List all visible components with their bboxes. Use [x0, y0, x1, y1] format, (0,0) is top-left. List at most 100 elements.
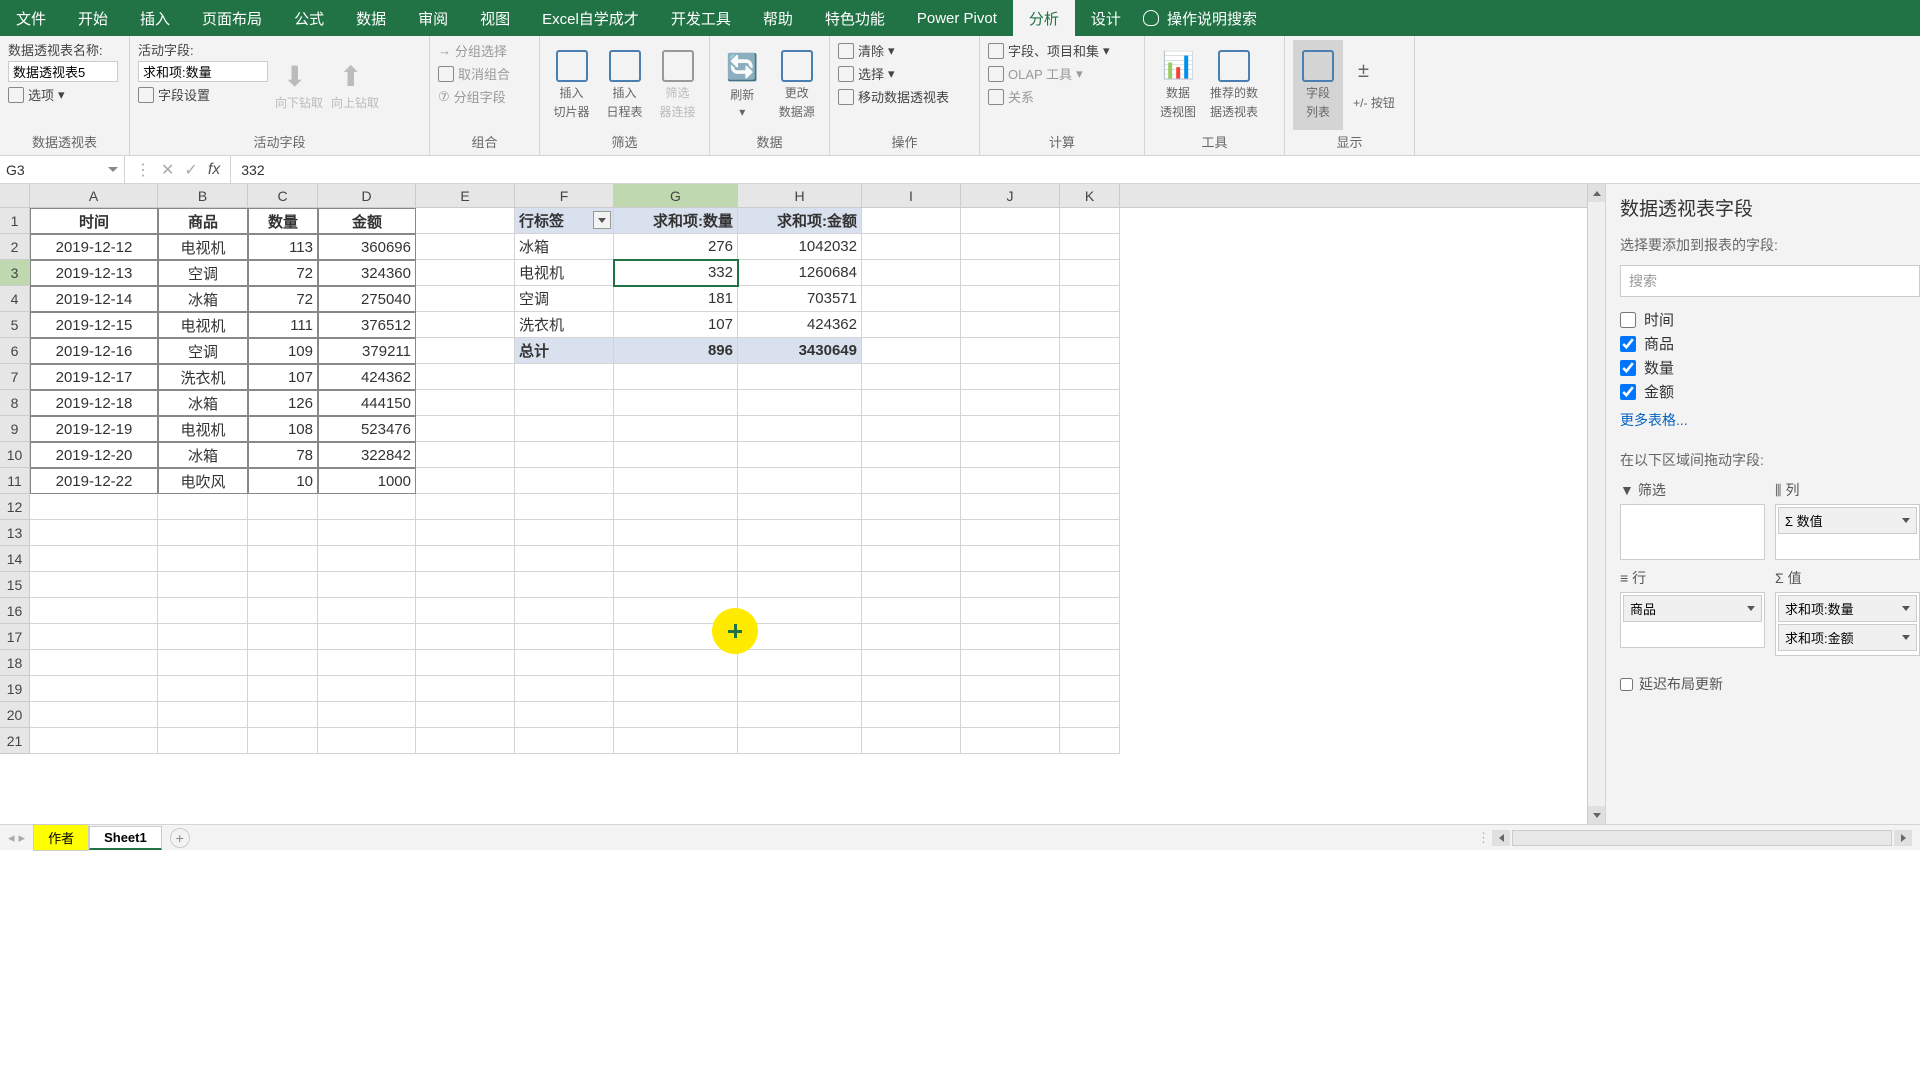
tab-design[interactable]: 设计 [1075, 0, 1137, 36]
sheet-nav-prev-icon[interactable]: ◂ [8, 830, 15, 846]
formula-input[interactable]: 332 [231, 162, 1920, 178]
cell-D15[interactable] [318, 572, 416, 598]
cell-F9[interactable] [515, 416, 614, 442]
fields-items-button[interactable]: 字段、项目和集 ▾ [988, 40, 1110, 61]
confirm-icon[interactable]: ✓ [184, 160, 197, 180]
cell-E14[interactable] [416, 546, 515, 572]
cell-D21[interactable] [318, 728, 416, 754]
row-header-10[interactable]: 10 [0, 442, 30, 468]
row-header-9[interactable]: 9 [0, 416, 30, 442]
cell-B12[interactable] [158, 494, 248, 520]
cell-D12[interactable] [318, 494, 416, 520]
cell-C2[interactable]: 113 [248, 234, 318, 260]
cell-D9[interactable]: 523476 [318, 416, 416, 442]
cell-H5[interactable]: 424362 [738, 312, 862, 338]
field-item-商品[interactable]: 商品 [1620, 333, 1920, 354]
insert-timeline-button[interactable]: 插入日程表 [601, 40, 648, 130]
values-drop-area[interactable]: 求和项:数量 求和项:金额 [1775, 592, 1920, 656]
cell-F16[interactable] [515, 598, 614, 624]
cell-C19[interactable] [248, 676, 318, 702]
tab-insert[interactable]: 插入 [124, 0, 186, 36]
row-header-21[interactable]: 21 [0, 728, 30, 754]
row-header-7[interactable]: 7 [0, 364, 30, 390]
cell-F1[interactable]: 行标签 [515, 208, 614, 234]
cell-E19[interactable] [416, 676, 515, 702]
cell-G11[interactable] [614, 468, 738, 494]
change-datasource-button[interactable]: 更改数据源 [773, 40, 822, 130]
cell-G15[interactable] [614, 572, 738, 598]
cell-I11[interactable] [862, 468, 961, 494]
cell-H16[interactable] [738, 598, 862, 624]
defer-layout-checkbox[interactable]: 延迟布局更新 [1620, 674, 1920, 694]
cell-D19[interactable] [318, 676, 416, 702]
cell-D4[interactable]: 275040 [318, 286, 416, 312]
cell-H6[interactable]: 3430649 [738, 338, 862, 364]
cell-B6[interactable]: 空调 [158, 338, 248, 364]
cell-H18[interactable] [738, 650, 862, 676]
move-pivot-button[interactable]: 移动数据透视表 [838, 86, 949, 107]
cell-H13[interactable] [738, 520, 862, 546]
cell-F8[interactable] [515, 390, 614, 416]
cell-I9[interactable] [862, 416, 961, 442]
recommended-pivot-button[interactable]: 推荐的数据透视表 [1209, 40, 1259, 130]
cell-G13[interactable] [614, 520, 738, 546]
cell-B19[interactable] [158, 676, 248, 702]
cell-H15[interactable] [738, 572, 862, 598]
cell-G14[interactable] [614, 546, 738, 572]
cell-J6[interactable] [961, 338, 1060, 364]
sheet-tab-sheet1[interactable]: Sheet1 [89, 826, 162, 850]
cell-H3[interactable]: 1260684 [738, 260, 862, 286]
cell-D5[interactable]: 376512 [318, 312, 416, 338]
pivot-chart-button[interactable]: 📊数据透视图 [1153, 40, 1203, 130]
cell-K12[interactable] [1060, 494, 1120, 520]
cell-B15[interactable] [158, 572, 248, 598]
cell-H9[interactable] [738, 416, 862, 442]
cell-A6[interactable]: 2019-12-16 [30, 338, 158, 364]
row-chip-product[interactable]: 商品 [1623, 595, 1762, 622]
tab-review[interactable]: 审阅 [402, 0, 464, 36]
tab-file[interactable]: 文件 [0, 0, 62, 36]
cell-C9[interactable]: 108 [248, 416, 318, 442]
cell-C8[interactable]: 126 [248, 390, 318, 416]
cell-E6[interactable] [416, 338, 515, 364]
cell-D3[interactable]: 324360 [318, 260, 416, 286]
cell-I8[interactable] [862, 390, 961, 416]
cell-B5[interactable]: 电视机 [158, 312, 248, 338]
cell-C20[interactable] [248, 702, 318, 728]
col-header-K[interactable]: K [1060, 184, 1120, 207]
row-header-18[interactable]: 18 [0, 650, 30, 676]
cell-C3[interactable]: 72 [248, 260, 318, 286]
cell-K18[interactable] [1060, 650, 1120, 676]
col-header-H[interactable]: H [738, 184, 862, 207]
cell-J10[interactable] [961, 442, 1060, 468]
cell-J11[interactable] [961, 468, 1060, 494]
cell-G21[interactable] [614, 728, 738, 754]
cell-A14[interactable] [30, 546, 158, 572]
cell-A15[interactable] [30, 572, 158, 598]
cell-E18[interactable] [416, 650, 515, 676]
cell-J16[interactable] [961, 598, 1060, 624]
tab-data[interactable]: 数据 [340, 0, 402, 36]
cell-K2[interactable] [1060, 234, 1120, 260]
cell-A1[interactable]: 时间 [30, 208, 158, 234]
cell-K1[interactable] [1060, 208, 1120, 234]
cell-E10[interactable] [416, 442, 515, 468]
cell-D17[interactable] [318, 624, 416, 650]
cell-I17[interactable] [862, 624, 961, 650]
field-settings-button[interactable]: 字段设置 [138, 84, 268, 105]
cell-B11[interactable]: 电吹风 [158, 468, 248, 494]
tab-powerpivot[interactable]: Power Pivot [901, 0, 1013, 36]
cell-G5[interactable]: 107 [614, 312, 738, 338]
cell-H7[interactable] [738, 364, 862, 390]
cell-J18[interactable] [961, 650, 1060, 676]
cell-C10[interactable]: 78 [248, 442, 318, 468]
cell-B16[interactable] [158, 598, 248, 624]
row-header-8[interactable]: 8 [0, 390, 30, 416]
cell-I18[interactable] [862, 650, 961, 676]
cell-B14[interactable] [158, 546, 248, 572]
cell-J19[interactable] [961, 676, 1060, 702]
cell-G18[interactable] [614, 650, 738, 676]
cell-I16[interactable] [862, 598, 961, 624]
insert-slicer-button[interactable]: 插入切片器 [548, 40, 595, 130]
cell-A19[interactable] [30, 676, 158, 702]
